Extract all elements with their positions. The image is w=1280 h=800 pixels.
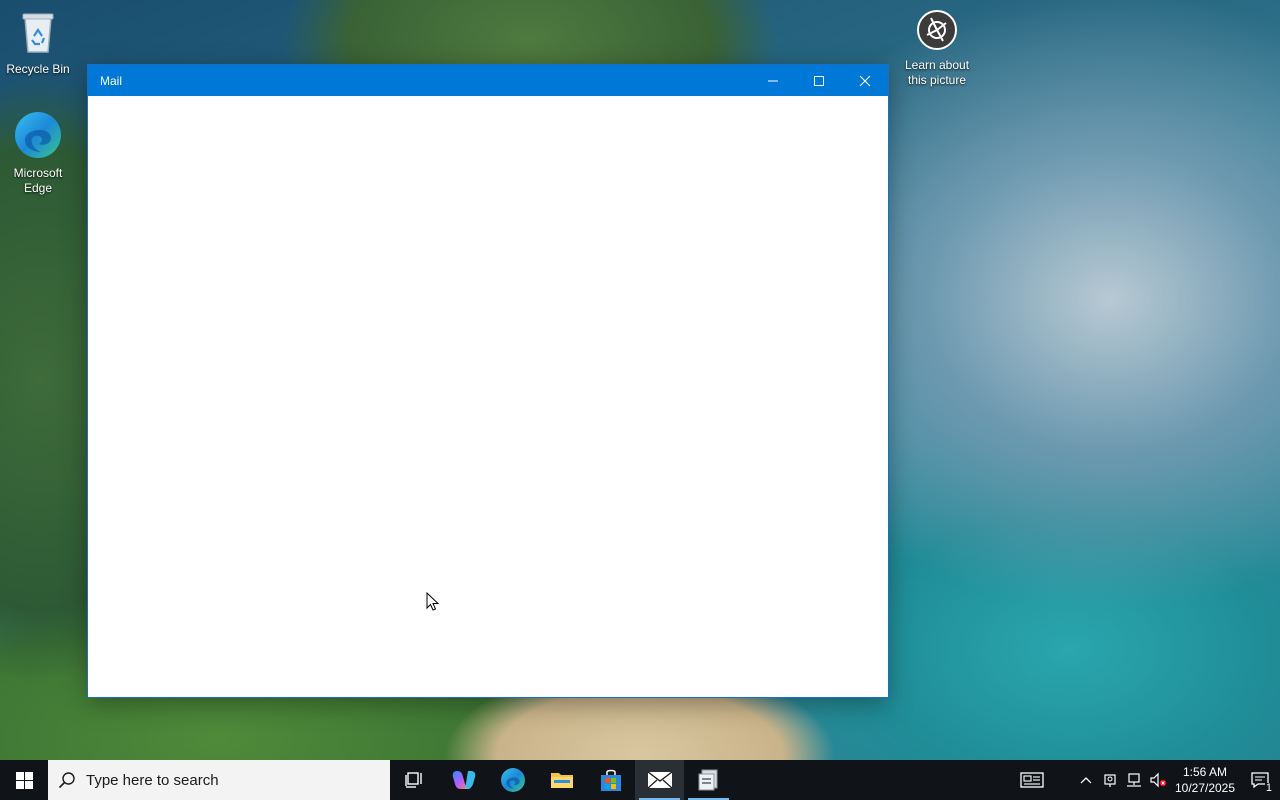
- news-widget-button[interactable]: [1010, 760, 1054, 800]
- chevron-up-icon: [1080, 777, 1092, 784]
- show-hidden-icons-button[interactable]: [1074, 760, 1098, 800]
- news-icon: [1020, 772, 1044, 788]
- mouse-cursor-icon: [426, 591, 440, 617]
- copilot-icon: [452, 771, 475, 789]
- taskbar-edge[interactable]: [488, 760, 537, 800]
- desktop-icon-edge[interactable]: Microsoft Edge: [0, 110, 76, 196]
- tray-meet-button[interactable]: [1098, 760, 1122, 800]
- edge-icon: [0, 110, 76, 164]
- action-center-button[interactable]: 1: [1240, 760, 1280, 800]
- camera-icon: [899, 8, 975, 56]
- desktop-icon-label: Microsoft Edge: [13, 166, 63, 195]
- mail-window: Mail: [88, 65, 888, 697]
- window-title: Mail: [100, 73, 123, 88]
- window-controls: [750, 65, 888, 96]
- clock-time: 1:56 AM: [1182, 765, 1228, 779]
- mail-icon: [647, 771, 672, 789]
- volume-button[interactable]: [1146, 760, 1170, 800]
- volume-muted-icon: [1150, 772, 1167, 788]
- taskbar: Type here to search 1:56 AM 10/27/2025 1: [0, 760, 1280, 800]
- desktop-icon-learn-about-picture[interactable]: Learn about this picture: [899, 8, 975, 88]
- notification-count-badge: 1: [1264, 782, 1273, 794]
- edge-icon: [500, 768, 525, 792]
- store-icon: [600, 769, 621, 791]
- maximize-icon: [814, 75, 824, 86]
- task-view-icon: [404, 772, 422, 788]
- desktop-icon-label: Learn about this picture: [904, 58, 970, 87]
- network-icon: [1127, 773, 1141, 787]
- taskbar-task-view[interactable]: [390, 760, 439, 800]
- search-placeholder: Type here to search: [86, 771, 219, 789]
- clock-date: 10/27/2025: [1174, 781, 1236, 795]
- system-tray: 1:56 AM 10/27/2025 1: [1010, 760, 1280, 800]
- clock[interactable]: 1:56 AM 10/27/2025: [1170, 760, 1240, 800]
- search-icon: [58, 772, 75, 789]
- desktop-icon-label: Recycle Bin: [6, 62, 70, 76]
- minimize-button[interactable]: [750, 65, 796, 96]
- minimize-icon: [768, 80, 778, 81]
- recycle-bin-icon: [0, 8, 76, 60]
- taskbar-copilot[interactable]: [439, 760, 488, 800]
- app-icon: [698, 769, 717, 791]
- start-button[interactable]: [0, 760, 48, 800]
- taskbar-other-app[interactable]: [684, 760, 733, 800]
- window-titlebar[interactable]: Mail: [88, 65, 888, 96]
- close-button[interactable]: [842, 65, 888, 96]
- taskbar-file-explorer[interactable]: [537, 760, 586, 800]
- network-button[interactable]: [1122, 760, 1146, 800]
- taskbar-search-box[interactable]: Type here to search: [48, 760, 390, 800]
- mail-content-area[interactable]: [88, 96, 888, 697]
- windows-logo-icon: [15, 771, 33, 789]
- folder-icon: [550, 773, 573, 788]
- taskbar-mail[interactable]: [635, 760, 684, 800]
- desktop-icon-recycle-bin[interactable]: Recycle Bin: [0, 8, 76, 77]
- maximize-button[interactable]: [796, 65, 842, 96]
- close-icon: [859, 75, 871, 86]
- desktop: Recycle Bin Microsoft Edge Learn about t…: [0, 0, 1280, 760]
- taskbar-store[interactable]: [586, 760, 635, 800]
- tray-device-icon: [1104, 774, 1116, 787]
